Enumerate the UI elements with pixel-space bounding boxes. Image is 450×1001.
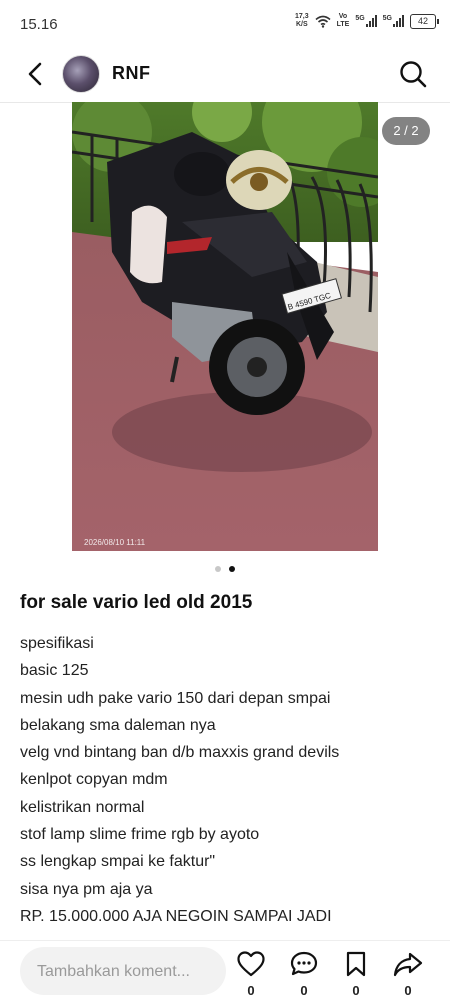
battery-icon: 42	[410, 13, 439, 29]
volte-top: Vo	[338, 13, 348, 20]
description-line: belakang sma daleman nya	[20, 716, 216, 734]
volte-indicator: Vo LTE	[337, 13, 350, 29]
signal-2-label: 5G	[382, 15, 392, 22]
username[interactable]: RNF	[112, 63, 151, 84]
heart-icon	[237, 951, 265, 977]
share-count: 0	[404, 983, 412, 998]
comment-bubble-icon	[290, 951, 318, 976]
carousel-dots	[0, 566, 450, 572]
description-line: mesin udh pake vario 150 dari depan smpa…	[20, 689, 331, 707]
save-count: 0	[352, 983, 360, 998]
photo-timestamp: 2026/08/10 11:11	[84, 538, 146, 547]
share-button[interactable]: 0	[390, 951, 426, 998]
like-count: 0	[247, 983, 255, 998]
description-line: velg vnd bintang ban d/b maxxis grand de…	[20, 744, 340, 762]
comment-button[interactable]: 0	[286, 951, 322, 998]
motorcycle-photo: B 4590 TGC	[72, 102, 378, 551]
back-arrow-icon[interactable]	[22, 60, 50, 88]
description-line: kelistrikan normal	[20, 798, 145, 816]
image-counter-badge: 2 / 2	[382, 117, 430, 145]
bottom-action-bar: 0 0 0 0	[0, 940, 450, 1001]
post-header: RNF	[0, 48, 450, 103]
description-line: ss lengkap smpai ke faktur"	[20, 853, 216, 871]
signal-bars-1-icon	[365, 15, 377, 27]
comment-input[interactable]	[35, 947, 219, 997]
description-line: kenlpot copyan mdm	[20, 771, 168, 789]
carousel-dot-active[interactable]	[229, 566, 235, 572]
status-bar: 15.16 17,3 K/S Vo LTE 5G 5G 42	[0, 0, 450, 48]
comment-box[interactable]	[20, 947, 226, 997]
signal-1: 5G	[355, 15, 377, 27]
description-line: sisa nya pm aja ya	[20, 880, 153, 898]
like-button[interactable]: 0	[233, 951, 269, 998]
description-line: spesifikasi	[20, 635, 94, 652]
volte-bottom: LTE	[336, 21, 350, 28]
status-icons: 17,3 K/S Vo LTE 5G 5G 42	[295, 13, 439, 29]
signal-2: 5G	[383, 15, 404, 27]
post-description: spesifikasi basic 125 mesin udh pake var…	[20, 630, 440, 930]
signal-1-label: 5G	[355, 15, 365, 22]
signal-bars-2-icon	[393, 15, 404, 27]
bookmark-icon	[346, 951, 366, 977]
carousel-dot[interactable]	[215, 566, 221, 572]
status-time: 15.16	[20, 16, 58, 33]
comment-count: 0	[300, 983, 308, 998]
network-speed-unit: K/S	[295, 21, 308, 28]
post-photo[interactable]: B 4590 TGC 2026/08/10 11:11	[72, 102, 378, 551]
post-title: for sale vario led old 2015	[20, 592, 253, 613]
network-speed: 17,3 K/S	[295, 13, 309, 29]
search-icon[interactable]	[398, 59, 428, 89]
description-line: RP. 15.000.000 AJA NEGOIN SAMPAI JADI	[20, 907, 332, 925]
description-line: basic 125	[20, 662, 89, 680]
save-button[interactable]: 0	[338, 951, 374, 998]
wifi-icon	[315, 15, 331, 28]
avatar[interactable]	[62, 55, 100, 93]
share-arrow-icon	[393, 952, 423, 977]
description-line: stof lamp slime frime rgb by ayoto	[20, 826, 260, 844]
network-speed-value: 17,3	[294, 13, 309, 20]
